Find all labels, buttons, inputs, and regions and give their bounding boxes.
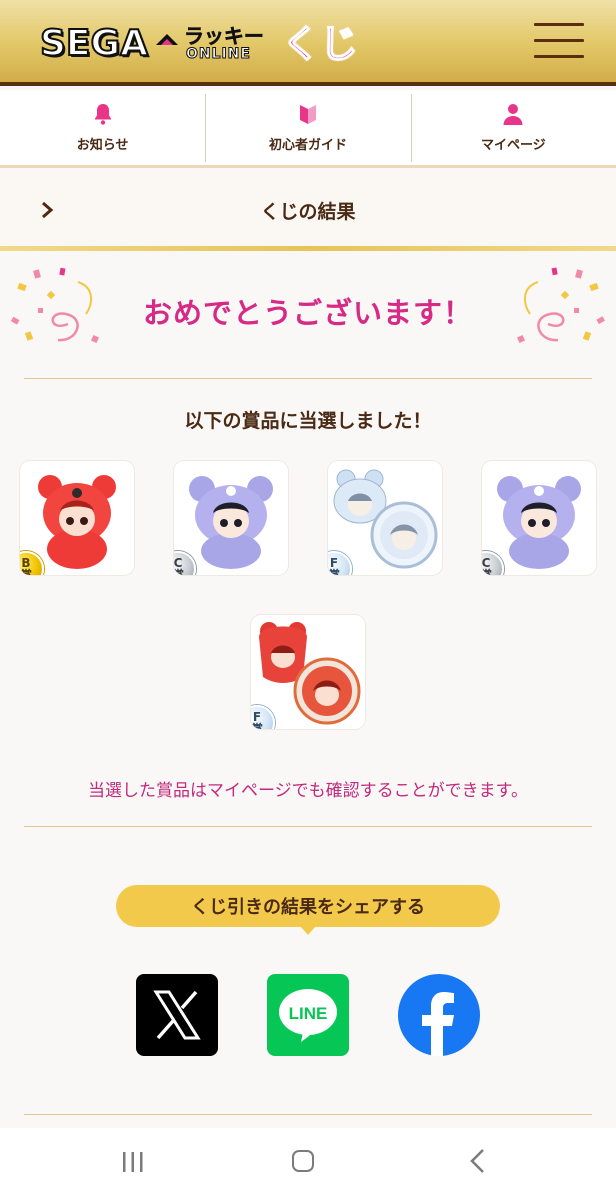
logo-online-text: ONLINE xyxy=(185,46,251,63)
prize-card[interactable]: C賞 xyxy=(482,461,596,575)
page-title: くじの結果 xyxy=(260,201,356,223)
line-logo-icon: LINE xyxy=(279,989,337,1042)
bell-icon xyxy=(94,104,111,125)
nav-item-label: 初心者ガイド xyxy=(268,138,347,153)
back-icon[interactable] xyxy=(468,1148,488,1174)
site-header: SEGA ラッキー ONLINE くじ xyxy=(0,0,616,86)
x-logo-icon xyxy=(153,990,201,1040)
logo-diamond-icon xyxy=(155,34,178,45)
android-navigation-bar xyxy=(0,1128,616,1200)
won-prizes-label: 以下の賞品に当選しました！ xyxy=(184,410,432,432)
prize-card[interactable]: B賞 xyxy=(20,461,134,575)
divider xyxy=(24,826,592,827)
top-nav: お知らせ 初心者ガイド マイページ xyxy=(0,90,616,168)
logo-lucky-online: ラッキー ONLINE xyxy=(184,22,304,66)
nav-item-beginner-guide[interactable]: 初心者ガイド xyxy=(205,90,410,165)
divider xyxy=(0,246,616,251)
svg-text:LINE: LINE xyxy=(289,1004,328,1023)
divider xyxy=(24,378,592,379)
nav-item-mypage[interactable]: マイページ xyxy=(410,90,616,165)
sega-lucky-kuji-logo[interactable]: SEGA ラッキー ONLINE くじ xyxy=(39,21,359,67)
nav-item-label: マイページ xyxy=(480,138,546,153)
prize-card[interactable]: F賞 xyxy=(251,615,365,729)
hamburger-menu-icon[interactable] xyxy=(534,23,584,61)
recent-apps-icon[interactable] xyxy=(120,1150,146,1174)
divider xyxy=(24,1114,592,1115)
home-icon[interactable] xyxy=(292,1150,314,1172)
share-results-label: くじ引きの結果をシェアする xyxy=(116,885,500,935)
facebook-logo-icon xyxy=(422,992,454,1056)
person-icon xyxy=(503,104,523,125)
share-facebook-button[interactable] xyxy=(398,974,480,1056)
logo-sega-text: SEGA xyxy=(39,23,149,65)
congratulations-heading: おめでとうございます！ xyxy=(142,296,473,330)
share-x-button[interactable] xyxy=(136,974,218,1056)
prize-card[interactable]: C賞 xyxy=(174,461,288,575)
mypage-note: 当選した賞品はマイページでも確認することができます。 xyxy=(88,781,528,801)
logo-lucky-text: ラッキー xyxy=(183,24,265,49)
nav-item-news[interactable]: お知らせ xyxy=(0,90,205,165)
beginner-mark-icon xyxy=(299,105,316,124)
prize-card[interactable]: F賞 xyxy=(328,461,442,575)
share-line-button[interactable]: LINE xyxy=(267,974,349,1056)
section-header: くじの結果 xyxy=(0,174,616,246)
nav-item-label: お知らせ xyxy=(76,138,129,153)
